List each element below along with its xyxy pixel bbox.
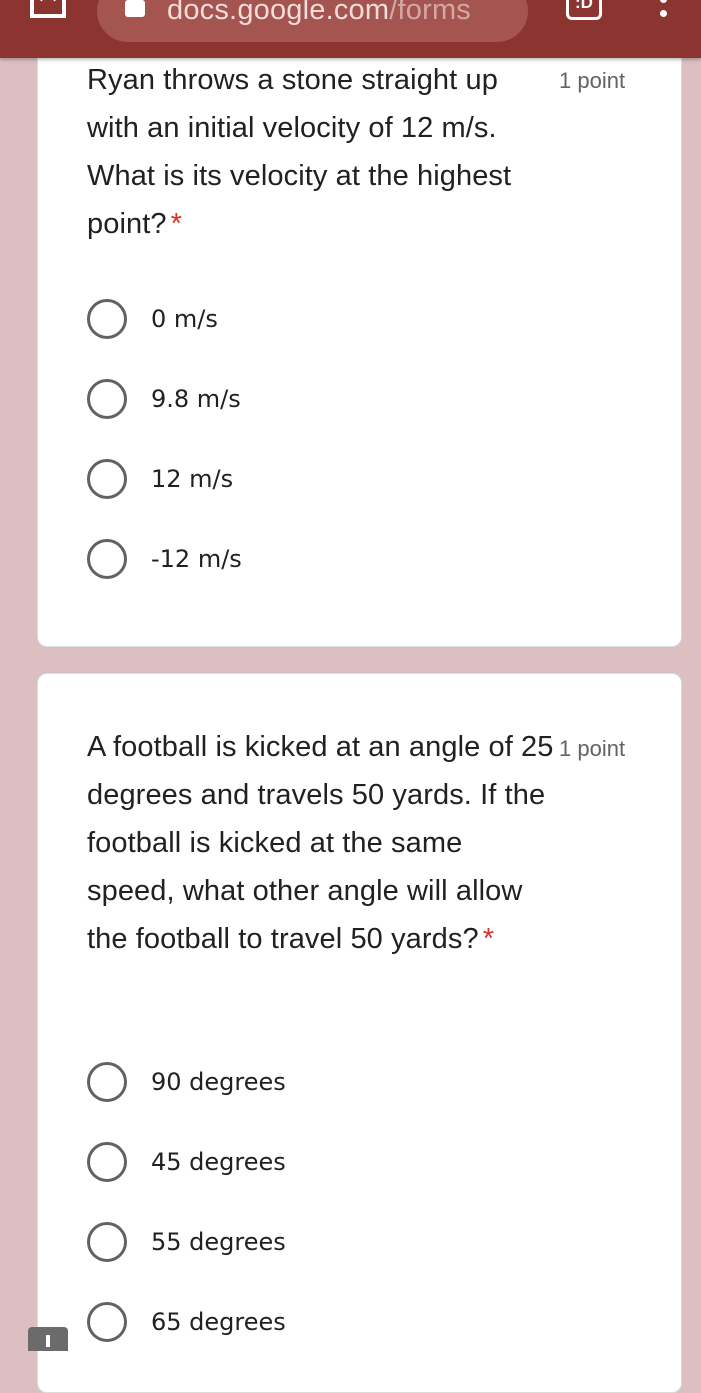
points-label: 1 point (559, 736, 626, 761)
more-vert-icon[interactable] (656, 0, 670, 22)
option-label[interactable]: 65 degrees (151, 1307, 286, 1337)
radio-button[interactable] (87, 1062, 127, 1102)
option-label[interactable]: -12 m/s (151, 544, 242, 574)
option-label[interactable]: 12 m/s (151, 464, 233, 494)
radio-button[interactable] (87, 379, 127, 419)
radio-option[interactable]: 45 degrees (87, 1122, 647, 1202)
question-text: A football is kicked at an angle of 25 d… (87, 731, 554, 955)
required-asterisk: * (170, 208, 183, 240)
radio-option[interactable]: 9.8 m/s (87, 359, 647, 439)
browser-toolbar: docs.google.com/forms :D (0, 0, 701, 58)
radio-button[interactable] (87, 1142, 127, 1182)
points-label: 1 point (559, 68, 626, 93)
radio-button[interactable] (87, 299, 127, 339)
radio-option[interactable]: 12 m/s (87, 439, 647, 519)
address-bar[interactable]: docs.google.com/forms (97, 0, 528, 42)
radio-group: 0 m/s 9.8 m/s 12 m/s -12 m/s (87, 279, 647, 599)
home-icon[interactable] (28, 0, 68, 22)
radio-button[interactable] (87, 1222, 127, 1262)
url-path: /forms (389, 0, 472, 26)
radio-option[interactable]: 65 degrees (87, 1282, 647, 1362)
tab-switcher-icon[interactable]: :D (566, 0, 602, 20)
question-text: Ryan throws a stone straight up with an … (87, 64, 512, 240)
radio-option[interactable]: 90 degrees (87, 1042, 647, 1122)
radio-button[interactable] (87, 1302, 127, 1342)
lock-icon (125, 0, 145, 17)
radio-option[interactable]: -12 m/s (87, 519, 647, 599)
option-label[interactable]: 0 m/s (151, 304, 218, 334)
radio-group: 90 degrees 45 degrees 55 degrees 65 degr… (87, 1042, 647, 1362)
option-label[interactable]: 9.8 m/s (151, 384, 241, 414)
question-title: A football is kicked at an angle of 25 d… (87, 723, 557, 963)
radio-button[interactable] (87, 459, 127, 499)
option-label[interactable]: 90 degrees (151, 1067, 286, 1097)
question-title: Ryan throws a stone straight up with an … (87, 56, 557, 248)
option-label[interactable]: 55 degrees (151, 1227, 286, 1257)
radio-button[interactable] (87, 539, 127, 579)
option-label[interactable]: 45 degrees (151, 1147, 286, 1177)
required-asterisk: * (482, 923, 495, 955)
info-handle-icon[interactable] (28, 1327, 68, 1351)
radio-option[interactable]: 55 degrees (87, 1202, 647, 1282)
question-card: Ryan throws a stone straight up with an … (37, 20, 682, 647)
radio-option[interactable]: 0 m/s (87, 279, 647, 359)
url-domain: docs.google.com (167, 0, 390, 26)
question-card: A football is kicked at an angle of 25 d… (37, 673, 682, 1393)
url-text[interactable]: docs.google.com/forms (167, 0, 471, 25)
